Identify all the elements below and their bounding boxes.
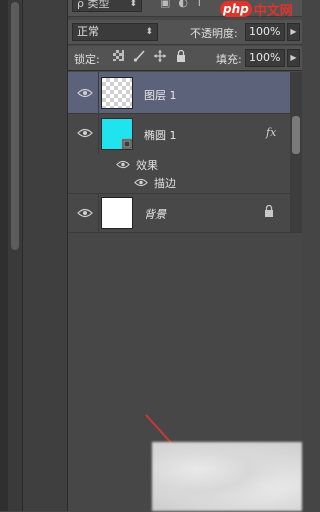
eye-icon[interactable] [77, 128, 93, 138]
layer-filter-row: ρ 类型 ⬍ ▣◐T php 中文网 [68, 0, 302, 20]
blend-mode-value: 正常 [77, 25, 99, 38]
eye-icon[interactable] [134, 177, 150, 187]
fill-label: 填充: [216, 53, 242, 66]
opacity-label: 不透明度: [190, 27, 238, 40]
effects-row[interactable]: 效果 [68, 154, 290, 174]
filter-type-icons[interactable]: ▣◐T [160, 0, 211, 9]
eye-icon[interactable] [116, 159, 132, 169]
move-lock-icon[interactable] [154, 50, 166, 65]
layers-scrollbar-thumb[interactable] [292, 116, 300, 154]
layer-name[interactable]: 背景 [144, 206, 166, 222]
ellipse-shape-icon [102, 119, 133, 150]
lock-icons [112, 49, 187, 65]
layers-list: 图层 1 椭圆 1 fx 效果 描边 背景 [68, 72, 302, 232]
layers-scrollbar[interactable] [290, 72, 302, 232]
watermark-blur [152, 442, 302, 511]
layers-panel: ρ 类型 ⬍ ▣◐T php 中文网 正常 ⬍ 不透明度: 100% ▶ 锁定: [68, 0, 302, 512]
blend-row: 正常 ⬍ 不透明度: 100% ▶ [68, 20, 302, 45]
opacity-input[interactable]: 100% [245, 23, 285, 41]
effect-item-label: 描边 [154, 177, 176, 190]
eye-icon[interactable] [77, 208, 93, 218]
all-lock-icon[interactable] [175, 49, 187, 65]
layer-row-layer1[interactable]: 图层 1 [68, 72, 290, 114]
left-edge-strip [0, 0, 8, 511]
canvas-scrollbar[interactable] [8, 0, 23, 511]
layer-row-background[interactable]: 背景 [68, 194, 290, 232]
lock-icon [264, 204, 274, 220]
layer-name[interactable]: 椭圆 1 [144, 127, 177, 143]
layer-kind-filter[interactable]: ρ 类型 ⬍ [72, 0, 142, 12]
layer-thumbnail[interactable] [101, 197, 133, 229]
lock-label: 锁定: [74, 53, 100, 66]
canvas-scrollbar-thumb[interactable] [11, 2, 19, 250]
layer-kind-filter-label: ρ 类型 [77, 0, 110, 10]
layer-thumbnail[interactable] [101, 77, 133, 109]
opacity-dropdown-arrow[interactable]: ▶ [287, 23, 300, 41]
effects-label: 效果 [136, 159, 158, 172]
watermark-logo: php 中文网 [220, 0, 293, 20]
fx-icon[interactable]: fx [266, 126, 276, 139]
fill-dropdown-arrow[interactable]: ▶ [287, 49, 300, 67]
visibility-divider [98, 194, 99, 232]
visibility-divider [98, 72, 99, 113]
shape-layer-thumbnail[interactable] [101, 118, 133, 150]
chevron-updown-icon: ⬍ [129, 0, 137, 9]
chevron-updown-icon: ⬍ [145, 27, 153, 37]
layer-row-ellipse1[interactable]: 椭圆 1 fx [68, 114, 290, 154]
blend-mode-select[interactable]: 正常 ⬍ [72, 23, 158, 41]
layer-name[interactable]: 图层 1 [144, 87, 177, 103]
brush-lock-icon[interactable] [133, 50, 145, 65]
transparency-lock-icon[interactable] [112, 50, 124, 65]
site-logo-text: 中文网 [253, 3, 293, 19]
lock-row: 锁定: 填充: 100% ▶ [68, 46, 302, 71]
canvas-area-edge [23, 0, 68, 511]
php-logo-text: php [220, 1, 252, 17]
eye-icon[interactable] [77, 88, 93, 98]
effect-item-stroke[interactable]: 描边 [68, 172, 290, 194]
visibility-divider [98, 114, 99, 154]
fill-input[interactable]: 100% [245, 49, 285, 67]
